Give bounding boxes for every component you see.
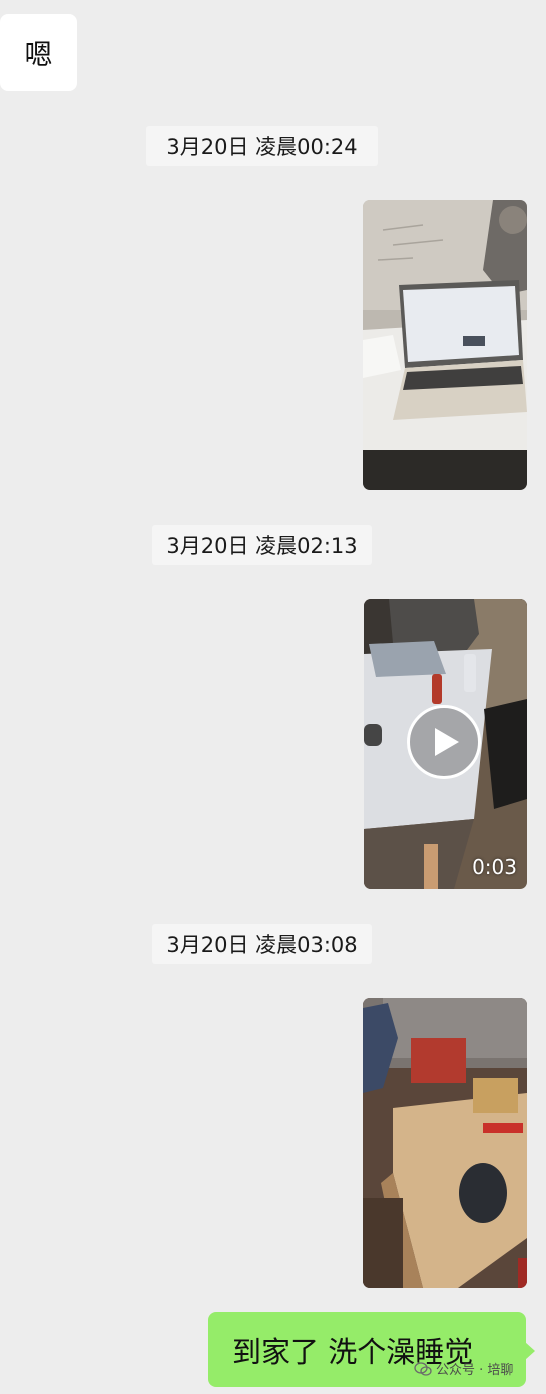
play-icon[interactable]: [407, 705, 481, 779]
video-duration: 0:03: [472, 855, 517, 879]
watermark-text: 公众号 · 培聊: [436, 1363, 514, 1378]
message-timestamp: 3月20日 凌晨00:24: [146, 126, 378, 166]
photo-room-table: [363, 998, 527, 1288]
incoming-message-text: 嗯: [24, 37, 53, 71]
outgoing-photo-message[interactable]: [363, 200, 527, 490]
timestamp-text: 3月20日 凌晨00:24: [166, 135, 358, 159]
wechat-official-account-icon: [414, 1361, 432, 1376]
photo-laptop-desk: [363, 200, 527, 490]
outgoing-video-message[interactable]: 0:03: [364, 599, 527, 889]
bubble-tail: [525, 1342, 535, 1360]
watermark: 公众号 · 培聊: [414, 1359, 513, 1378]
chat-history: 嗯 3月20日 凌晨00:24 3月20日 凌晨02:13 0:03 3月20日…: [0, 0, 546, 1394]
timestamp-text: 3月20日 凌晨02:13: [166, 534, 358, 558]
outgoing-photo-message[interactable]: [363, 998, 527, 1288]
incoming-message-bubble[interactable]: 嗯: [0, 14, 77, 91]
message-timestamp: 3月20日 凌晨03:08: [152, 924, 372, 964]
message-timestamp: 3月20日 凌晨02:13: [152, 525, 372, 565]
timestamp-text: 3月20日 凌晨03:08: [166, 933, 358, 957]
